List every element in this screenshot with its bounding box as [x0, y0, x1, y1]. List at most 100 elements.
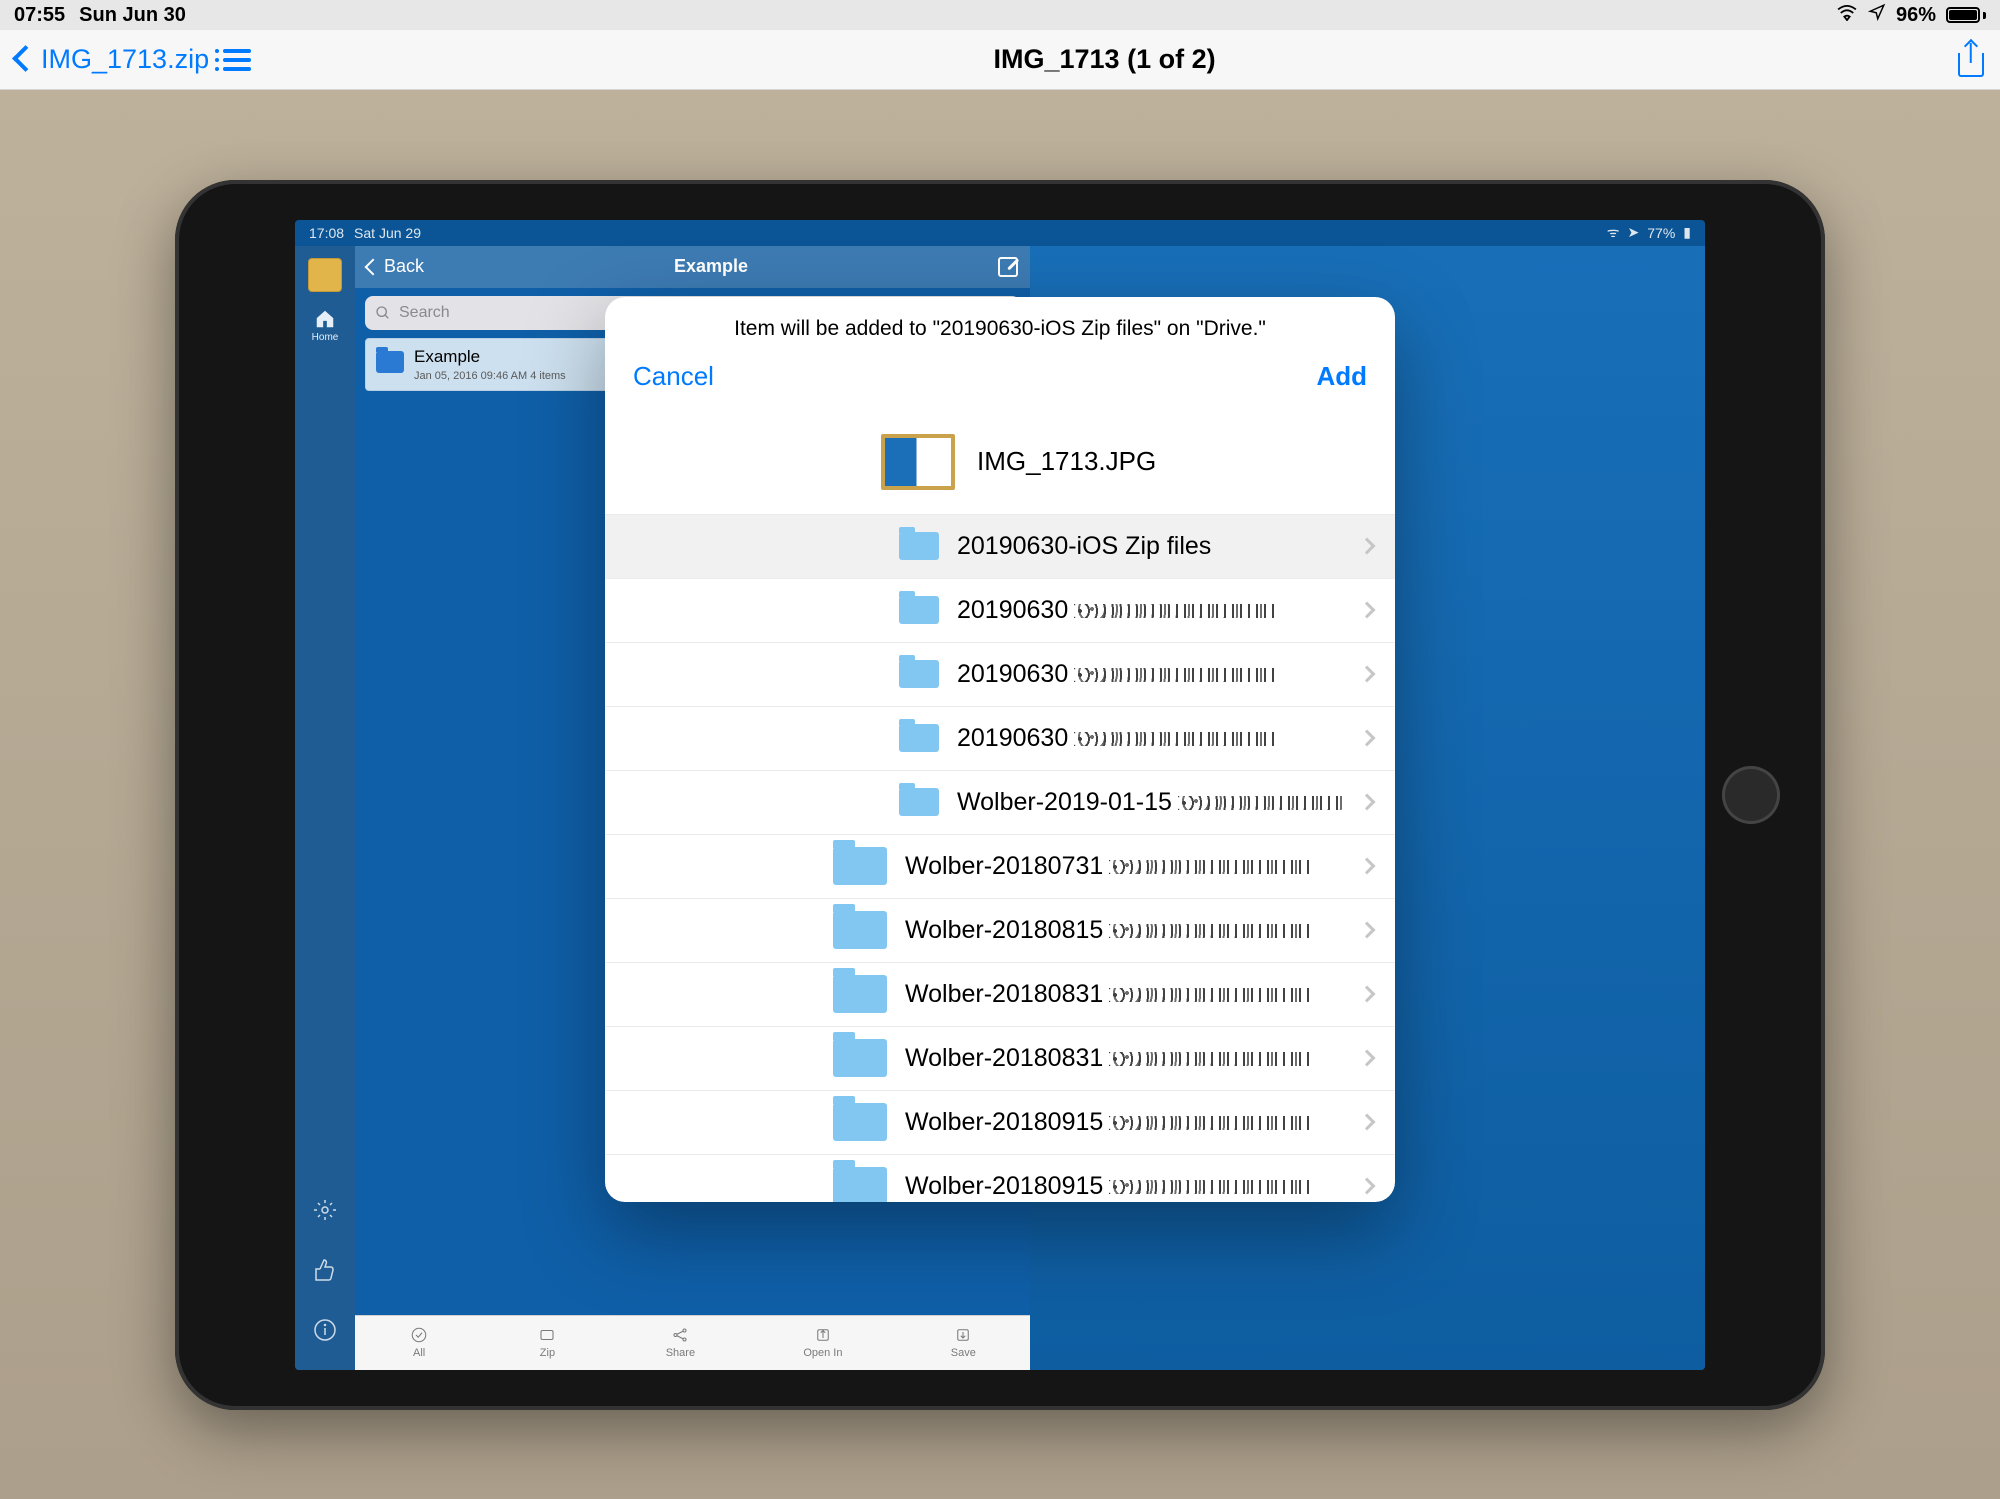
folder-item[interactable]: Wolber-20180915 [605, 1155, 1395, 1202]
wifi-icon: ᯤ [1607, 223, 1620, 242]
gear-icon[interactable] [313, 1198, 337, 1222]
folder-item[interactable]: 20190630 [605, 579, 1395, 643]
location-icon [1868, 3, 1886, 27]
toolbar-all[interactable]: All [409, 1326, 429, 1359]
folder-label: Wolber-20180831 [905, 980, 1343, 1009]
folder-item[interactable]: 20190630-iOS Zip files [605, 515, 1395, 579]
folder-label: 20190630-iOS Zip files [957, 532, 1343, 561]
chevron-right-icon [1359, 858, 1376, 875]
file-name: Example [414, 347, 566, 367]
panel-toolbar: All Zip Share Open In Save [355, 1315, 1030, 1370]
share-button[interactable] [1958, 43, 1984, 77]
list-icon[interactable] [223, 49, 251, 71]
add-to-drive-modal: Item will be added to "20190630-iOS Zip … [605, 297, 1395, 1202]
info-icon[interactable] [313, 1318, 337, 1342]
chevron-right-icon [1359, 986, 1376, 1003]
redacted-text [1109, 1116, 1309, 1130]
folder-label: 20190630 [957, 724, 1343, 753]
chevron-right-icon [1359, 922, 1376, 939]
redacted-text [1074, 668, 1274, 682]
folder-label: Wolber-20180915 [905, 1108, 1343, 1137]
folder-label: 20190630 [957, 660, 1343, 689]
chevron-right-icon [1359, 794, 1376, 811]
folder-label: Wolber-20180831 [905, 1044, 1343, 1073]
inner-battery-pct: 77% [1647, 225, 1675, 241]
location-icon: ➤ [1628, 224, 1640, 241]
cancel-button[interactable]: Cancel [633, 361, 714, 392]
folder-item[interactable]: 20190630 [605, 643, 1395, 707]
folder-item[interactable]: Wolber-20180731 [605, 835, 1395, 899]
folder-icon [899, 660, 939, 688]
folder-icon [899, 596, 939, 624]
chevron-right-icon [1359, 1178, 1376, 1195]
redacted-text [1109, 1052, 1309, 1066]
folder-label: 20190630 [957, 596, 1343, 625]
page-title: IMG_1713 (1 of 2) [994, 44, 1216, 75]
redacted-text [1074, 604, 1274, 618]
outer-ipad-screenshot: 07:55 Sun Jun 30 96% IMG_1713.zip IMG_17… [0, 0, 2000, 1499]
folder-item[interactable]: Wolber-2019-01-15 [605, 771, 1395, 835]
redacted-text [1109, 988, 1309, 1002]
file-meta: Jan 05, 2016 09:46 AM 4 items [414, 370, 566, 382]
thumbs-up-icon[interactable] [313, 1258, 337, 1282]
folder-icon [376, 351, 404, 373]
panel-title: Example [674, 256, 748, 277]
app-logo-icon[interactable] [308, 258, 342, 292]
file-preview-row: IMG_1713.JPG [605, 414, 1395, 515]
folder-icon [833, 1039, 887, 1077]
chevron-right-icon [1359, 730, 1376, 747]
folder-item[interactable]: Wolber-20180815 [605, 899, 1395, 963]
folder-icon [833, 847, 887, 885]
add-button[interactable]: Add [1316, 361, 1367, 392]
folder-label: Wolber-20180915 [905, 1172, 1343, 1201]
search-icon [375, 305, 391, 321]
photo-viewer[interactable]: 17:08 Sat Jun 29 ᯤ ➤ 77% ▮ [0, 90, 2000, 1499]
toolbar-share[interactable]: Share [666, 1326, 695, 1359]
panel-nav-bar: Back Example [355, 246, 1030, 288]
compose-icon[interactable] [998, 257, 1018, 277]
folder-icon [833, 975, 887, 1013]
inner-status-date: Sat Jun 29 [354, 225, 421, 241]
home-button-icon [1722, 766, 1780, 824]
chevron-right-icon [1359, 1050, 1376, 1067]
battery-icon: ▮ [1683, 224, 1691, 241]
folder-icon [833, 1167, 887, 1202]
outer-status-bar: 07:55 Sun Jun 30 96% [0, 0, 2000, 30]
chevron-right-icon [1359, 666, 1376, 683]
outer-status-time: 07:55 [14, 4, 65, 27]
folder-item[interactable]: Wolber-20180831 [605, 963, 1395, 1027]
home-tab[interactable]: Home [312, 308, 339, 343]
modal-message: Item will be added to "20190630-iOS Zip … [605, 297, 1395, 349]
redacted-text [1109, 1180, 1309, 1194]
outer-status-date: Sun Jun 30 [79, 4, 186, 27]
outer-battery-pct: 96% [1896, 4, 1936, 27]
back-button[interactable]: IMG_1713.zip [16, 44, 209, 75]
folder-item[interactable]: 20190630 [605, 707, 1395, 771]
folder-label: Wolber-2019-01-15 [957, 788, 1343, 817]
folder-item[interactable]: Wolber-20180915 [605, 1091, 1395, 1155]
file-thumbnail [881, 434, 955, 490]
folder-icon [899, 532, 939, 560]
photographed-ipad: 17:08 Sat Jun 29 ᯤ ➤ 77% ▮ [175, 180, 1825, 1410]
app-icon-rail: Home [295, 246, 355, 1370]
panel-back-button[interactable]: Back [367, 256, 424, 277]
inner-status-bar: 17:08 Sat Jun 29 ᯤ ➤ 77% ▮ [295, 220, 1705, 246]
toolbar-open-in[interactable]: Open In [803, 1326, 842, 1359]
folder-label: Wolber-20180731 [905, 852, 1343, 881]
file-preview-name: IMG_1713.JPG [977, 446, 1156, 477]
toolbar-zip[interactable]: Zip [537, 1326, 557, 1359]
folder-list[interactable]: 20190630-iOS Zip files 20190630 20190630 20… [605, 515, 1395, 1202]
folder-label: Wolber-20180815 [905, 916, 1343, 945]
redacted-text [1074, 732, 1274, 746]
folder-icon [899, 724, 939, 752]
battery-icon [1946, 7, 1986, 23]
outer-nav-bar: IMG_1713.zip IMG_1713 (1 of 2) [0, 30, 2000, 90]
wifi-icon [1836, 4, 1858, 27]
chevron-right-icon [1359, 602, 1376, 619]
folder-icon [833, 1103, 887, 1141]
folder-icon [899, 788, 939, 816]
toolbar-save[interactable]: Save [951, 1326, 976, 1359]
redacted-text [1109, 860, 1309, 874]
chevron-right-icon [1359, 1114, 1376, 1131]
folder-item[interactable]: Wolber-20180831 [605, 1027, 1395, 1091]
